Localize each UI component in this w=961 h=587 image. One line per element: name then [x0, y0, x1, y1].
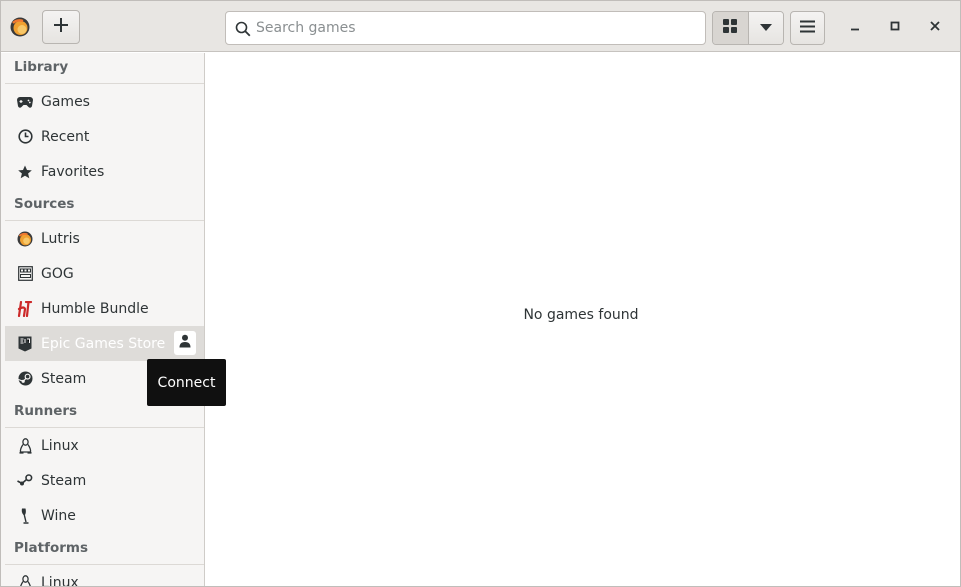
- view-options-dropdown[interactable]: [747, 12, 783, 44]
- lutris-window: Library Games Recent Favorites Sources: [0, 0, 961, 587]
- sidebar-item-label: Recent: [41, 128, 90, 145]
- main-menu-button[interactable]: [790, 11, 825, 45]
- search-input[interactable]: [256, 12, 696, 44]
- connect-account-button[interactable]: [174, 331, 196, 355]
- star-icon: [17, 164, 33, 180]
- gamepad-icon: [17, 94, 33, 110]
- linux-icon: [17, 574, 33, 586]
- sidebar-item-label: Humble Bundle: [41, 300, 149, 317]
- sidebar-item-games[interactable]: Games: [5, 84, 204, 119]
- wine-icon: [17, 508, 33, 524]
- close-button[interactable]: [922, 14, 948, 40]
- sidebar-item-label: Favorites: [41, 163, 105, 180]
- sidebar-item-favorites[interactable]: Favorites: [5, 154, 204, 189]
- section-title-library: Library: [14, 59, 69, 75]
- sidebar-item-recent[interactable]: Recent: [5, 119, 204, 154]
- search-icon: [235, 21, 251, 37]
- sidebar-item-label: Wine: [41, 507, 76, 524]
- search-field[interactable]: [225, 11, 706, 45]
- epic-icon: [17, 336, 33, 352]
- header-bar: [1, 1, 960, 52]
- plus-icon: [53, 17, 69, 37]
- hamburger-menu-icon: [800, 20, 815, 37]
- sidebar-item-linux-runner[interactable]: Linux: [5, 428, 204, 463]
- sidebar-item-label: Linux: [41, 574, 79, 587]
- lutris-logo-icon: [9, 16, 31, 38]
- user-icon: [179, 334, 191, 352]
- sidebar-item-label: Steam: [41, 370, 87, 387]
- section-title-platforms: Platforms: [14, 540, 88, 556]
- minimize-icon: [850, 19, 860, 35]
- close-icon: [930, 19, 940, 35]
- empty-state-message: No games found: [523, 307, 639, 323]
- chevron-down-icon: [759, 20, 772, 36]
- minimize-button[interactable]: [842, 14, 868, 40]
- sidebar-item-lutris[interactable]: Lutris: [5, 221, 204, 256]
- section-title-runners: Runners: [14, 403, 78, 419]
- view-toggle-group: [712, 11, 784, 45]
- gog-icon: [17, 266, 33, 282]
- grid-icon: [723, 19, 738, 37]
- maximize-icon: [890, 19, 900, 35]
- sidebar-item-label: Steam: [41, 472, 87, 489]
- sidebar-item-humble-bundle[interactable]: Humble Bundle: [5, 291, 204, 326]
- sidebar-item-label: Lutris: [41, 230, 80, 247]
- sidebar-item-wine[interactable]: Wine: [5, 498, 204, 533]
- clock-icon: [17, 129, 33, 145]
- sidebar-item-steam-runner[interactable]: Steam: [5, 463, 204, 498]
- sidebar-item-label: Linux: [41, 437, 79, 454]
- section-title-sources: Sources: [14, 196, 75, 212]
- sidebar-item-label: Games: [41, 93, 90, 110]
- game-library-view: No games found: [206, 53, 960, 586]
- sidebar-item-label: Epic Games Store: [41, 335, 166, 352]
- lutris-icon: [17, 231, 33, 247]
- sidebar-item-label: GOG: [41, 265, 74, 282]
- linux-icon: [17, 437, 33, 454]
- sidebar: Library Games Recent Favorites Sources L…: [1, 53, 205, 587]
- sidebar-item-epic-games-store[interactable]: Epic Games Store: [5, 326, 204, 361]
- add-game-button[interactable]: [42, 10, 80, 44]
- maximize-button[interactable]: [882, 14, 908, 40]
- grid-view-button[interactable]: [713, 12, 748, 44]
- connect-tooltip: Connect: [147, 359, 226, 406]
- sidebar-item-gog[interactable]: GOG: [5, 256, 204, 291]
- steam-icon: [17, 473, 33, 489]
- humble-icon: [17, 300, 33, 317]
- steam-icon: [17, 371, 33, 387]
- sidebar-item-linux-platform[interactable]: Linux: [5, 565, 204, 587]
